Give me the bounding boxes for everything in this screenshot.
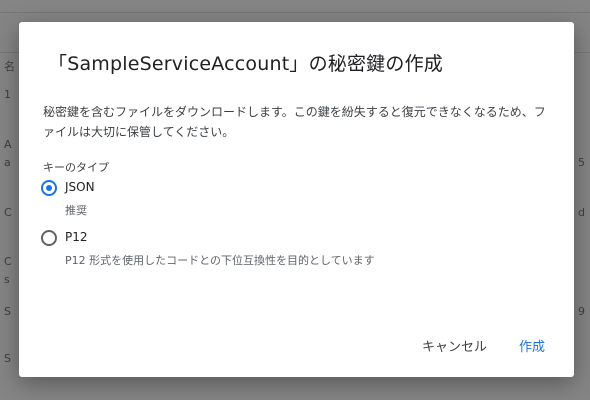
background-text: a: [4, 156, 11, 169]
background-text: 5: [578, 156, 585, 169]
background-text: 1: [4, 88, 11, 101]
create-button[interactable]: 作成: [513, 332, 551, 359]
dialog-description: 秘密鍵を含むファイルをダウンロードします。この鍵を紛失すると復元できなくなるため…: [43, 105, 546, 139]
background-text: S: [4, 305, 11, 318]
background-text: s: [4, 273, 10, 286]
key-type-label: キーのタイプ: [43, 161, 109, 174]
cancel-button[interactable]: キャンセル: [416, 332, 493, 359]
p12-radio-button[interactable]: [41, 230, 57, 246]
p12-option-hint: P12 形式を使用したコードとの下位互換性を目的としています: [65, 254, 375, 267]
background-text: d: [578, 206, 585, 219]
background-divider: [0, 12, 590, 13]
background-text: 9: [578, 305, 585, 318]
background-text: 名: [4, 60, 15, 73]
dialog-title: 「SampleServiceAccount」の秘密鍵の作成: [48, 53, 443, 75]
create-private-key-dialog: 「SampleServiceAccount」の秘密鍵の作成 秘密鍵を含むファイル…: [19, 22, 574, 377]
p12-option-label[interactable]: P12: [65, 230, 88, 244]
background-text: C: [4, 255, 12, 268]
json-radio-button[interactable]: [41, 180, 57, 196]
json-option-hint: 推奨: [65, 204, 87, 217]
background-text: S: [4, 352, 11, 365]
background-text: A: [4, 138, 12, 151]
json-option-label[interactable]: JSON: [65, 180, 95, 194]
background-text: C: [4, 206, 12, 219]
